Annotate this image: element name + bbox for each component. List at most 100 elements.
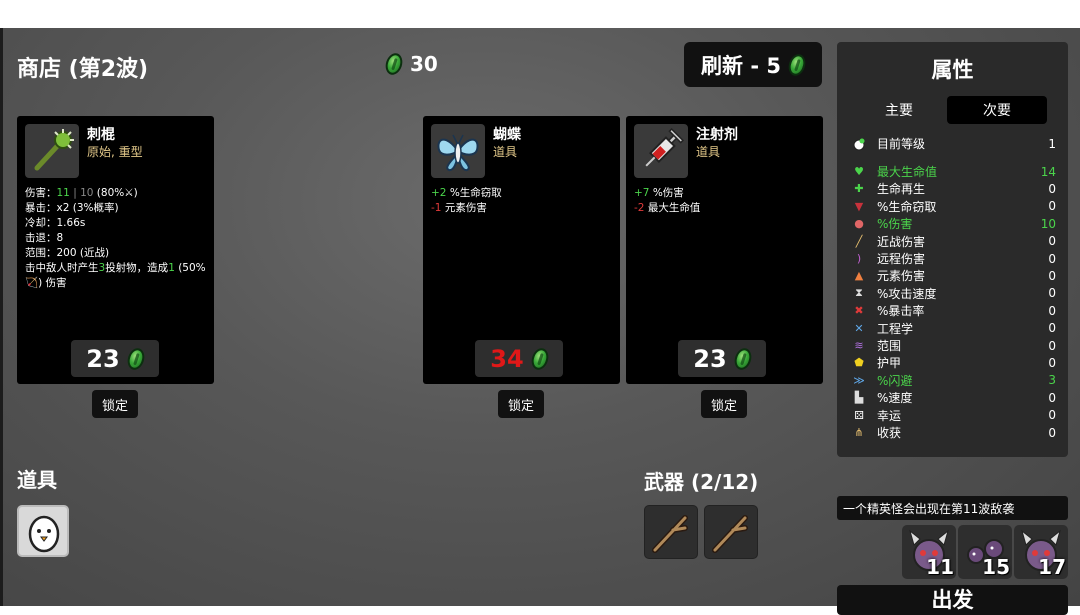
shop-card-item[interactable]: 注射剂 道具 +7 %伤害 -2 最大生命值 23	[626, 116, 823, 384]
item-name: 刺棍	[87, 127, 115, 143]
weapon-stat-line: 暴击：x2 (3%概率)	[25, 201, 208, 216]
lock-button[interactable]: 锁定	[92, 390, 138, 418]
tab-primary[interactable]: 主要	[849, 96, 949, 124]
stat-row: ╱ 近战伤害 0	[851, 233, 1056, 250]
material-coin-icon	[528, 345, 551, 372]
items-section-title: 道具	[17, 468, 57, 492]
stat-label: 范围	[877, 339, 902, 353]
wave-number: 15	[982, 555, 1010, 579]
item-name: 蝴蝶	[493, 127, 521, 143]
stat-label: %速度	[877, 391, 913, 406]
shop-card-item[interactable]: 蝴蝶 道具 +2 %生命窃取 -1 元素伤害 34	[423, 116, 620, 384]
stat-label: 工程学	[877, 321, 914, 336]
stat-row: ♥ 最大生命值 14	[851, 163, 1056, 180]
text-segment: 1.66s	[56, 217, 86, 229]
flame-icon: ▲	[854, 269, 864, 283]
stat-label: %闪避	[877, 373, 913, 388]
stat-row: ⋔ 收获 0	[851, 424, 1056, 441]
weapon-stat-label: 冷却：	[25, 217, 57, 229]
stat-label: 收获	[877, 426, 902, 440]
weapon-stat-line: 冷却：1.66s	[25, 216, 208, 231]
stat-value: 0	[1048, 251, 1056, 266]
item-type: 道具	[493, 145, 518, 159]
stat-row: ✖ %暴击率 0	[851, 302, 1056, 319]
reroll-label: 刷新 - 5	[701, 53, 781, 78]
lock-button[interactable]: 锁定	[701, 390, 747, 418]
item-effect-line: -2 最大生命值	[634, 201, 817, 216]
shop-title: 商店 (第2波)	[17, 57, 149, 82]
stats-panel: 属性 主要 次要 目前等级 1 ♥ 最大生命值 14 ✚ 生命再生 0 ▼ %生命窃取 0 ● %伤…	[837, 42, 1068, 457]
item-type: 道具	[696, 145, 721, 159]
text-segment: 11	[56, 187, 70, 199]
item-effects: +7 %伤害 -2 最大生命值	[634, 186, 817, 216]
lock-button[interactable]: 锁定	[498, 390, 544, 418]
text-segment: | 10	[69, 187, 97, 199]
stat-value: 0	[1048, 286, 1056, 301]
text-segment: 200 (近战)	[56, 247, 110, 259]
stick-icon	[652, 515, 688, 553]
wave-number: 11	[926, 555, 954, 579]
item-effect-line: +2 %生命窃取	[431, 186, 614, 201]
text-segment: +7	[634, 187, 650, 199]
stat-value: 0	[1048, 321, 1056, 336]
stat-label: 元素伤害	[877, 269, 926, 284]
weapon-slot[interactable]	[644, 505, 698, 559]
text-segment: 🏹	[25, 277, 39, 289]
stat-value: 14	[1040, 164, 1056, 179]
crit-icon: ✖	[854, 304, 864, 318]
text-segment: 元素伤害	[441, 202, 487, 214]
level-icon	[851, 137, 867, 151]
text-segment: ⚔	[124, 187, 134, 199]
bow-icon: )	[856, 252, 862, 265]
shield-icon: ⬟	[854, 356, 864, 370]
gold-counter: 30	[382, 51, 438, 77]
price-tag: 23	[71, 340, 159, 377]
stat-label: %暴击率	[877, 304, 925, 319]
text-segment: %生命窃取	[446, 187, 502, 199]
range-icon: ≋	[854, 339, 864, 352]
stat-label: 最大生命值	[877, 165, 938, 179]
text-segment: %伤害	[649, 187, 684, 199]
stat-value: 10	[1040, 216, 1056, 231]
elite-wave-indicator: 15	[958, 525, 1012, 579]
stat-row: ▲ 元素伤害 0	[851, 267, 1056, 284]
egg-icon	[28, 515, 60, 553]
stat-row: ≋ 范围 0	[851, 337, 1056, 354]
stat-label: 近战伤害	[877, 234, 926, 249]
weapon-stat-line: 击退：8	[25, 231, 208, 246]
item-type: 原始, 重型	[87, 145, 143, 159]
price-tag: 23	[678, 340, 766, 377]
stat-value: 0	[1048, 425, 1056, 440]
go-button[interactable]: 出发	[837, 585, 1068, 615]
shop-card-weapon[interactable]: 刺棍 原始, 重型 伤害：11 | 10 (80%⚔) 暴击：x2 (3%概率) 冷…	[17, 116, 214, 384]
stats-panel-title: 属性	[931, 58, 974, 82]
stat-row: ) 远程伤害 0	[851, 250, 1056, 267]
fangs-icon: ▼	[854, 199, 864, 213]
weapon-stat-line: 范围：200 (近战)	[25, 246, 208, 261]
stat-row: ● %伤害 10	[851, 215, 1056, 232]
hourglass-icon: ⧗	[855, 286, 863, 300]
price-value: 23	[693, 344, 727, 373]
stat-label: 护甲	[877, 356, 902, 371]
weapon-slot[interactable]	[704, 505, 758, 559]
elite-wave-indicator: 11	[902, 525, 956, 579]
stat-label: 生命再生	[877, 182, 926, 197]
stat-row: ✚ 生命再生 0	[851, 180, 1056, 197]
stat-label: 目前等级	[877, 137, 926, 151]
item-effect-line: +7 %伤害	[634, 186, 817, 201]
stat-row-level: 目前等级 1	[851, 135, 1056, 152]
text-segment: 8	[56, 232, 64, 244]
stat-label: 幸运	[877, 408, 902, 423]
inventory-item-slot[interactable]	[17, 505, 69, 557]
stat-value: 0	[1048, 181, 1056, 196]
tab-secondary[interactable]: 次要	[947, 96, 1047, 124]
wheat-icon: ⋔	[854, 426, 864, 439]
syringe-icon	[634, 124, 688, 178]
stat-label: %生命窃取	[877, 199, 937, 214]
reroll-button[interactable]: 刷新 - 5	[684, 42, 822, 87]
elite-wave-indicator: 17	[1014, 525, 1068, 579]
text-segment: x2 (3%概率)	[56, 202, 119, 214]
stat-value: 1	[1048, 136, 1056, 151]
price-tag: 34	[475, 340, 563, 377]
text-segment: +2	[431, 187, 447, 199]
